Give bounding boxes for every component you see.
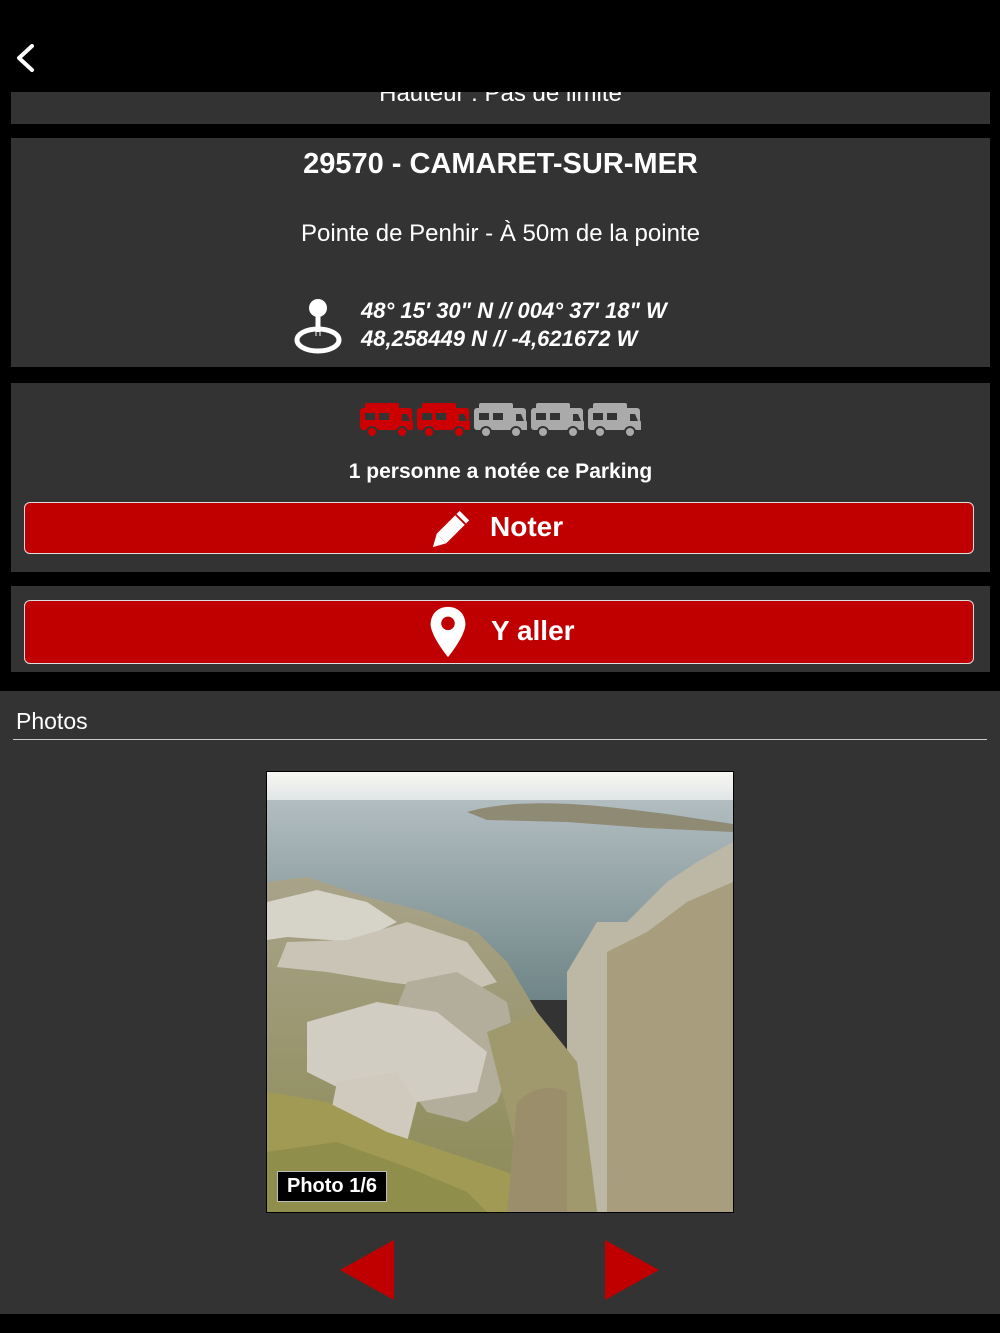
triangle-left-icon[interactable]	[340, 1240, 394, 1300]
pencil-icon	[432, 510, 470, 548]
navigate-button[interactable]: Y aller	[24, 600, 974, 664]
location-title: 29570 - CAMARET-SUR-MER	[303, 148, 698, 180]
location-subtitle: Pointe de Penhir - À 50m de la pointe	[301, 220, 700, 247]
top-bar	[0, 0, 1000, 92]
photos-section: Photos Photo 1/6	[0, 691, 1000, 1314]
map-pin-icon	[430, 606, 466, 658]
photo-viewer[interactable]: Photo 1/6	[266, 771, 734, 1213]
divider	[13, 739, 987, 740]
rating-vans	[360, 403, 641, 438]
camper-van-icon	[417, 403, 470, 438]
camper-van-icon	[588, 403, 641, 438]
navigate-button-label: Y aller	[491, 615, 575, 646]
photos-header: Photos	[16, 708, 88, 734]
rating-count-text: 1 personne a notée ce Parking	[348, 460, 653, 483]
camper-van-icon	[360, 403, 413, 438]
camper-van-icon	[531, 403, 584, 438]
coordinates-decimal: 48,258449 N // -4,621672 W	[361, 326, 638, 351]
rate-button-label: Noter	[490, 511, 564, 542]
coordinates-dms: 48° 15' 30" N // 004° 37' 18" W	[361, 298, 667, 323]
camper-van-icon	[474, 403, 527, 438]
location-panel: 29570 - CAMARET-SUR-MER Pointe de Penhir…	[11, 138, 990, 367]
triangle-right-icon[interactable]	[605, 1240, 659, 1300]
bottom-bar	[0, 1314, 1000, 1333]
chevron-left-icon[interactable]	[10, 38, 44, 78]
coast-photo	[267, 772, 733, 1212]
rating-panel: 1 personne a notée ce Parking Noter	[11, 383, 990, 572]
rate-button[interactable]: Noter	[24, 502, 974, 554]
photo-counter: Photo 1/6	[277, 1171, 388, 1202]
navigate-panel: Y aller	[11, 586, 990, 672]
gps-pin-icon	[294, 299, 342, 354]
